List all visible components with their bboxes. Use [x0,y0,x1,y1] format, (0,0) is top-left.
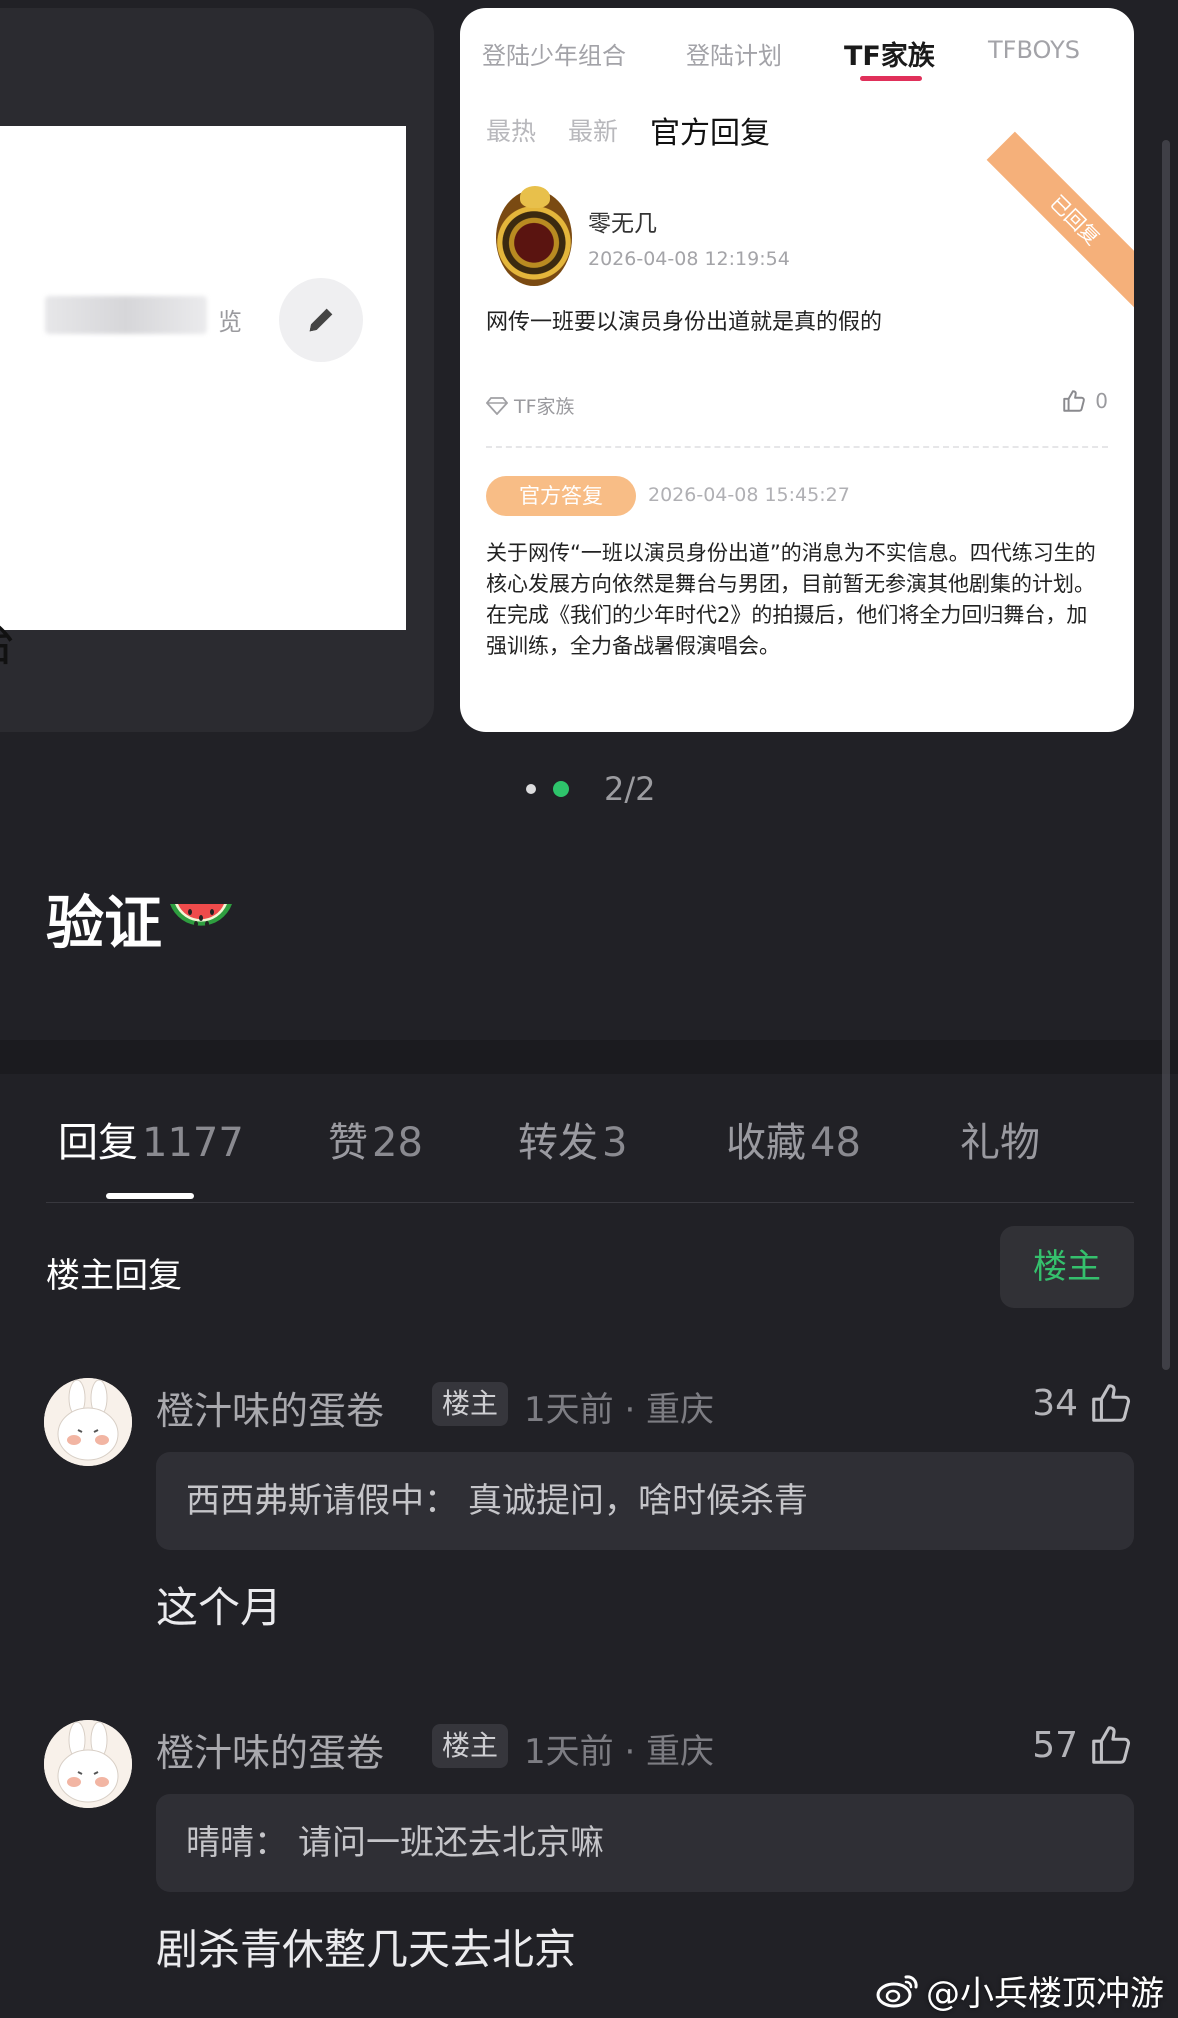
thumbs-up-icon [1092,1726,1131,1764]
tabs-border [46,1202,1134,1203]
tab-reposts-label: 转发 [518,1120,598,1166]
card-like-button[interactable]: 0 [1061,388,1108,414]
topic-tag[interactable]: TF家族 [486,392,575,419]
interaction-tabs: 回复 1177 赞 28 转发 3 收藏 48 礼物 [0,1110,1178,1170]
comment-meta: 1天前 · 重庆 [524,1732,715,1772]
post-text-content: 验证 [46,889,163,957]
card-tab-denglu-group[interactable]: 登陆少年组合 [482,36,626,71]
comment-username[interactable]: 橙汁味的蛋卷 [156,1380,384,1435]
tab-reposts-count: 3 [602,1120,628,1166]
card-tab-bar: 登陆少年组合 登陆计划 TF家族 TFBOYS [460,36,1134,96]
floor-owner-filter-button[interactable]: 楼主 [1000,1226,1134,1308]
comment-like-button[interactable]: 34 [1032,1380,1134,1426]
owner-badge: 楼主 [432,1724,509,1768]
topic-tag-label: TF家族 [514,396,575,418]
sub-tab-official[interactable]: 官方回复 [650,108,770,152]
question-text: 网传一班要以演员身份出道就是真的假的 [486,310,883,335]
weibo-logo-icon [876,1974,918,2007]
tab-favorites[interactable]: 收藏 48 [726,1110,861,1168]
thumbs-up-icon [1092,1384,1131,1422]
blurred-username [45,296,207,334]
tab-gifts-label: 礼物 [960,1120,1040,1166]
prev-slide-content: 览 台 [0,126,406,672]
official-answer-text: 关于网传“一班以演员身份出道”的消息为不实信息。四代练习生的核心发展方向依然是舞… [486,541,1096,658]
pager-dot-2-active[interactable] [553,781,569,797]
comment-like-button[interactable]: 57 [1032,1722,1134,1768]
comment-text: 剧杀青休整几天去北京 [156,1925,577,1974]
official-answer-time: 2026-04-08 15:45:27 [648,484,850,506]
tab-replies-count: 1177 [142,1120,244,1166]
card-tab-tfboys[interactable]: TFBOYS [988,36,1080,64]
post-text: 验证 [46,876,236,960]
comment-username[interactable]: 橙汁味的蛋卷 [156,1722,384,1777]
quoted-text: 请问一班还去北京嘛 [298,1823,604,1863]
tab-likes-count: 28 [372,1120,423,1166]
quoted-reply[interactable]: 西西弗斯请假中： 真诚提问，啥时候杀青 [156,1452,1134,1550]
tab-replies[interactable]: 回复 1177 [58,1110,244,1168]
tab-likes[interactable]: 赞 28 [328,1110,423,1168]
official-answer-badge: 官方答复 [486,476,636,516]
prev-slide-text: 台 [0,604,16,674]
tab-replies-label: 回复 [58,1120,138,1166]
watermelon-icon [170,904,233,927]
comment-meta: 1天前 · 重庆 [524,1390,715,1430]
avatar[interactable] [44,1378,132,1466]
edit-button[interactable] [279,278,363,362]
card-like-count: 0 [1095,389,1108,413]
divider [486,446,1108,448]
carousel-pager: 2/2 [0,770,1178,810]
tab-gifts[interactable]: 礼物 [960,1110,1044,1168]
owner-badge: 楼主 [432,1382,509,1426]
comment-like-count: 34 [1032,1382,1078,1424]
poster-name[interactable]: 零无几 [588,204,657,238]
quoted-username: 晴晴： [186,1823,288,1863]
diamond-icon [486,396,508,415]
pager-dot-1[interactable] [526,784,536,794]
quoted-username: 西西弗斯请假中： [186,1481,458,1521]
tab-active-indicator [106,1193,194,1199]
page-indicator: 2/2 [604,770,656,808]
watermark-text: @小兵楼顶冲游 [926,1974,1164,2014]
pencil-icon [309,308,333,332]
avatar[interactable] [44,1720,132,1808]
poster-time: 2026-04-08 12:19:54 [588,248,790,270]
avatar-decoration [520,186,550,208]
sub-tab-hot[interactable]: 最热 [486,112,536,148]
section-divider [0,1040,1178,1074]
tab-likes-label: 赞 [328,1120,368,1166]
tab-favorites-count: 48 [810,1120,861,1166]
quoted-text: 真诚提问，啥时候杀青 [468,1481,808,1521]
quoted-reply[interactable]: 晴晴： 请问一班还去北京嘛 [156,1794,1134,1892]
comment-text: 这个月 [156,1583,283,1632]
floor-owner-title: 楼主回复 [46,1256,182,1296]
prev-blurred-char: 览 [218,308,242,336]
tab-favorites-label: 收藏 [726,1120,806,1166]
bunny-avatar-icon [44,1378,132,1466]
weibo-watermark: @小兵楼顶冲游 [876,1966,1164,2015]
comment-like-count: 57 [1032,1724,1078,1766]
carousel-active-slide[interactable]: 登陆少年组合 登陆计划 TF家族 TFBOYS 最热 最新 官方回复 已回复 零… [460,8,1134,732]
scrollbar[interactable] [1162,140,1170,1370]
carousel-prev-slide[interactable]: 览 台 [0,8,434,732]
thumbs-up-icon [1063,390,1086,412]
card-tab-tf-family[interactable]: TF家族 [844,34,935,73]
tab-reposts[interactable]: 转发 3 [518,1110,627,1168]
bunny-avatar-icon [44,1720,132,1808]
replied-ribbon: 已回复 [986,131,1134,309]
card-tab-underline [860,76,922,81]
sub-tab-new[interactable]: 最新 [568,112,618,148]
card-tab-denglu-plan[interactable]: 登陆计划 [686,36,782,71]
